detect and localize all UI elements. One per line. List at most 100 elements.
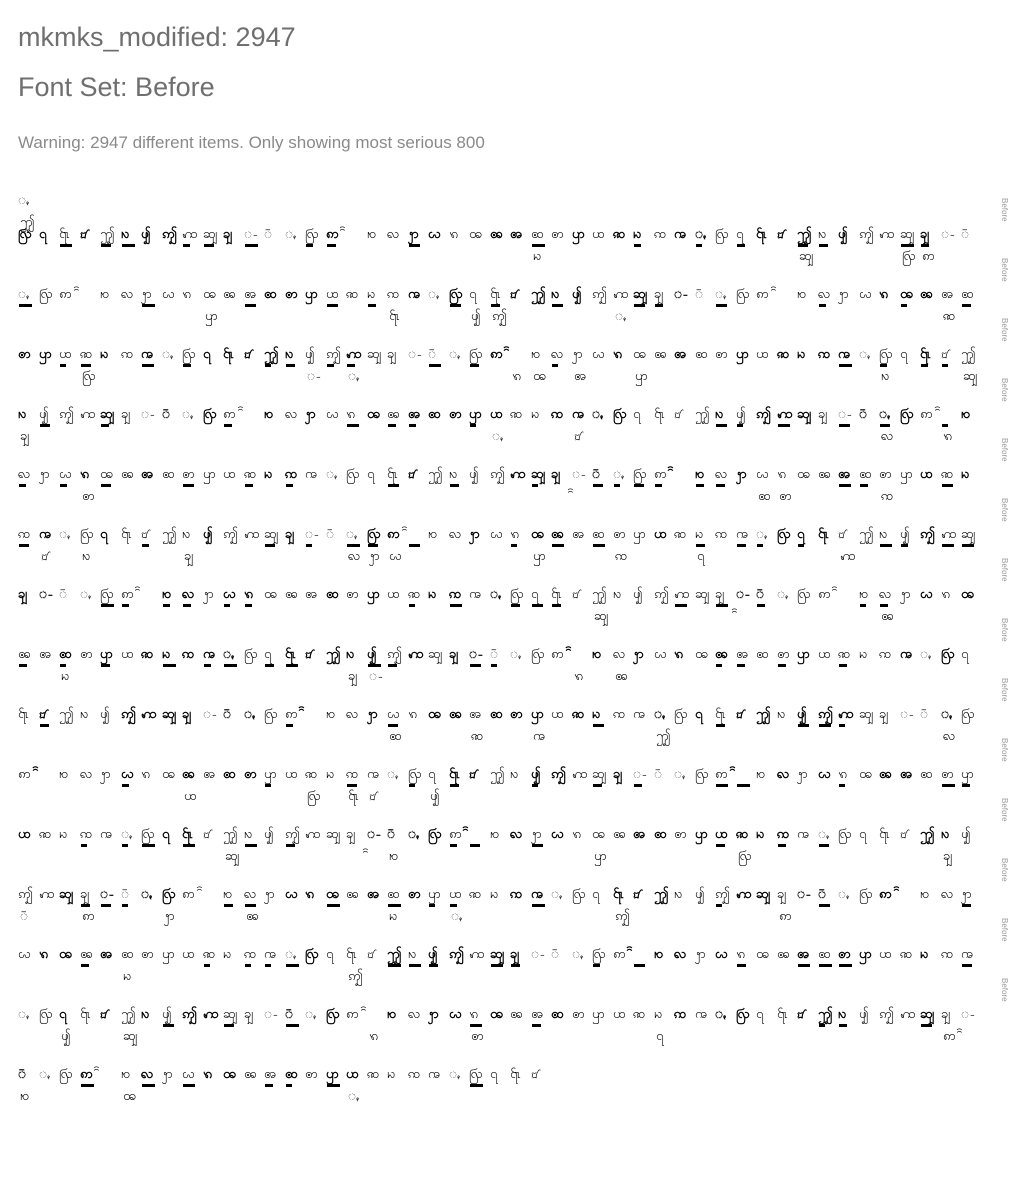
glyph-sample: ꩧ: [387, 887, 400, 902]
glyph-sample: ꩧ: [59, 647, 72, 662]
glyph-sample: ꩪ: [797, 467, 810, 482]
glyph-sample: ꩦ: [18, 347, 31, 362]
glyph-sample: ꩿ: [961, 527, 976, 542]
glyph-underline: [716, 784, 728, 787]
glyph-sample: ꩴ: [367, 647, 377, 662]
glyph-sample: ꩬ: [285, 887, 298, 902]
glyph-sample: ꩾ: [879, 707, 889, 722]
glyph-underline: [634, 304, 645, 307]
glyph-sample: ꩣ: [941, 467, 954, 482]
glyph-sample: ꩯ: [654, 947, 664, 962]
glyph-sample: ꩮ: [285, 407, 298, 422]
glyph-sample: ꩱ: [18, 767, 31, 782]
glyph-sample: ꩷: [59, 227, 70, 242]
glyph-sample: ꩺ: [18, 227, 32, 242]
glyph-sample: ꩷: [223, 347, 234, 362]
glyph-descender: ꩠ: [533, 729, 545, 744]
glyph-sample: ꩺ: [244, 647, 258, 662]
glyph-sample: ꩤ: [59, 347, 72, 362]
glyph-sample: ꩻ: [879, 407, 891, 422]
glyph-sample: ꩧ: [285, 1067, 298, 1082]
glyph-sample: ꩺ: [592, 947, 606, 962]
glyph-sample: ꩭ: [900, 587, 911, 602]
glyph-underline: [183, 604, 191, 607]
glyph-sample: ꩻ: [818, 827, 830, 842]
glyph-sample: ꩶ: [695, 407, 710, 422]
glyph-sample: ꩤ: [387, 587, 400, 602]
glyph-sample: ꩯ: [121, 1067, 131, 1082]
glyph-sample: ꩢ: [920, 947, 929, 962]
glyph-sample: ꩠ: [736, 527, 748, 542]
glyph-underline: [737, 964, 746, 967]
glyph-sample: ꩻ: [18, 287, 30, 302]
glyph-sample: ꩺ: [80, 527, 94, 542]
glyph-sample: ꩩ: [121, 467, 134, 482]
glyph-sample: ꩧ: [920, 767, 933, 782]
glyph-sample: ꩳ: [182, 527, 191, 542]
glyph-sample: ꩽ: [141, 407, 156, 422]
glyph-sample: ꩸: [100, 1007, 107, 1022]
glyph-sample: ꩩ: [920, 287, 933, 302]
glyph-sample: ꩳ: [777, 707, 786, 722]
glyph-underline: [778, 424, 790, 427]
glyph-sample: ꩶ: [387, 947, 402, 962]
glyph-sample: ꩾ: [613, 767, 623, 782]
glyph-sample: ꩯ: [756, 767, 766, 782]
glyph-sample: ꩽ: [100, 887, 115, 902]
glyph-sample: ꩤ: [121, 647, 134, 662]
glyph-sample: ꩸: [203, 827, 210, 842]
glyph-sample: ꩬ: [223, 587, 236, 602]
glyph-underline: [450, 904, 457, 907]
glyph-sample: ꩮ: [18, 467, 31, 482]
glyph-underline: [962, 544, 974, 547]
glyph-sample: ꩳ: [80, 707, 89, 722]
glyph-sample: ꩧ: [756, 647, 769, 662]
glyph-underline: [716, 484, 725, 487]
glyph-sample: ꩡ: [941, 947, 954, 962]
glyph-sample: ꩻ: [59, 527, 71, 542]
glyph-sample: ꩭ: [736, 467, 747, 482]
glyph-underline: [142, 1084, 155, 1087]
glyph-underline: [163, 604, 170, 607]
glyph-sample: ꩷: [777, 1007, 788, 1022]
glyph-sample: ꩦ: [182, 467, 195, 482]
glyph-underline: [962, 904, 971, 907]
glyph-sample: ꩤ: [18, 827, 31, 842]
glyph-sample: ꩽ: [797, 887, 812, 902]
glyph-sample: ꩻ: [613, 467, 625, 482]
row-label: Before: [1000, 258, 1009, 282]
glyph-sample: ꩭ: [100, 767, 111, 782]
glyph-sample: ꩲ: [244, 527, 260, 542]
glyph-descender: ꩢ: [389, 909, 398, 924]
glyph-underline: [286, 484, 293, 487]
glyph-sample: ꩸: [469, 767, 476, 782]
glyph-underline: [901, 544, 908, 547]
glyph-sample: ꩽ: [900, 707, 915, 722]
glyph-sample: ꩺ: [961, 707, 975, 722]
glyph-underline: [839, 424, 850, 427]
glyph-sample: ꩫ: [449, 227, 459, 242]
glyph-sample: ꩶ: [223, 827, 238, 842]
glyph-underline: [429, 904, 435, 907]
glyph-sample: ꩡ: [613, 707, 626, 722]
glyph-descender: ꩢ: [123, 969, 132, 984]
glyph-sample: ꩻ: [941, 707, 953, 722]
glyph-sample: ꩲ: [941, 527, 957, 542]
glyph-sample: ꩺ: [900, 407, 914, 422]
glyph-sample: ꩥ: [264, 767, 277, 782]
glyph-sample: ꩱ: [121, 587, 134, 602]
glyph-sample: ꩲ: [39, 887, 55, 902]
glyph-descender: ꩮ: [881, 429, 894, 444]
glyph-sample: ꩶ: [264, 347, 279, 362]
glyph-sample: ꩼ: [818, 887, 827, 902]
glyph-underline: [224, 1024, 234, 1027]
glyph-sample: ꩸: [531, 1067, 538, 1082]
glyph-sample: ꩡ: [346, 767, 359, 782]
glyph-sample: ꩲ: [613, 287, 629, 302]
glyph-sample: ꩾ: [18, 587, 28, 602]
glyph-descender: ꩺ: [738, 849, 752, 864]
glyph-sample: ꩯ: [695, 467, 705, 482]
glyph-descender: ꩹: [656, 1029, 664, 1044]
glyph-sample: ꩶ: [797, 227, 812, 242]
glyph-sample: ꩺ: [264, 707, 278, 722]
